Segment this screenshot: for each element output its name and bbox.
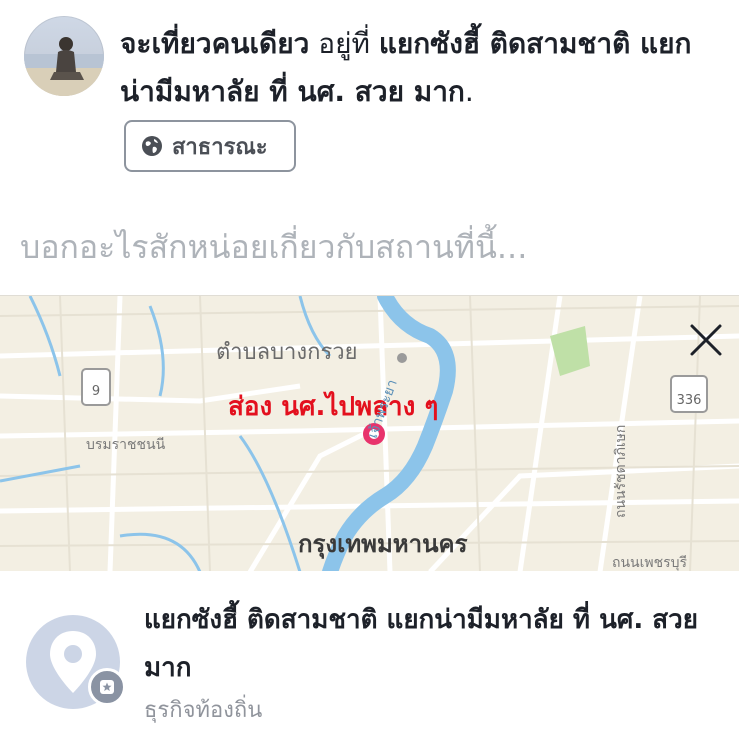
highway-shield-336-label: 336	[676, 393, 702, 408]
status-text: จะเที่ยวคนเดียว	[120, 27, 310, 60]
globe-icon	[142, 136, 162, 156]
avatar-photo	[24, 37, 104, 96]
close-icon	[690, 324, 722, 356]
privacy-selector-button[interactable]: สาธารณะ	[124, 120, 296, 172]
composer-input[interactable]: บอกอะไรสักหน่อยเกี่ยวกับสถานที่นี้...	[20, 222, 527, 273]
place-badge	[88, 668, 126, 706]
map-label-road-left: บรมราชชนนี	[86, 437, 166, 453]
map-label-road-right-vertical: ถนนรัชดาภิเษก	[613, 424, 629, 518]
post-headline: จะเที่ยวคนเดียว อยู่ที่ แยกซังฮี้ ติดสาม…	[120, 20, 720, 116]
map-preview[interactable]: ตำบลบางกรวย ส่อง นศ.ไปพลาง ๆ บรมราชชนนี …	[0, 295, 739, 572]
map-label-city: กรุงเทพมหานคร	[298, 530, 468, 558]
map-pin-caption: ส่อง นศ.ไปพลาง ๆ	[228, 392, 439, 422]
location-prefix: อยู่ที่	[309, 27, 379, 60]
highway-shield-9-label: 9	[91, 384, 101, 399]
star-icon	[100, 680, 114, 694]
map-label-district: ตำบลบางกรวย	[216, 340, 358, 365]
place-name[interactable]: แยกซังฮี้ ติดสามชาติ แยกน่ามีมหาลัย ที่ …	[144, 596, 714, 692]
remove-location-button[interactable]	[686, 320, 726, 360]
privacy-label: สาธารณะ	[172, 134, 268, 160]
avatar[interactable]	[24, 16, 104, 96]
place-category: ธุรกิจท้องถิ่น	[144, 698, 263, 723]
map-label-road-right-bottom: ถนนเพชรบุรี	[612, 555, 688, 571]
headline-period: .	[464, 75, 474, 108]
